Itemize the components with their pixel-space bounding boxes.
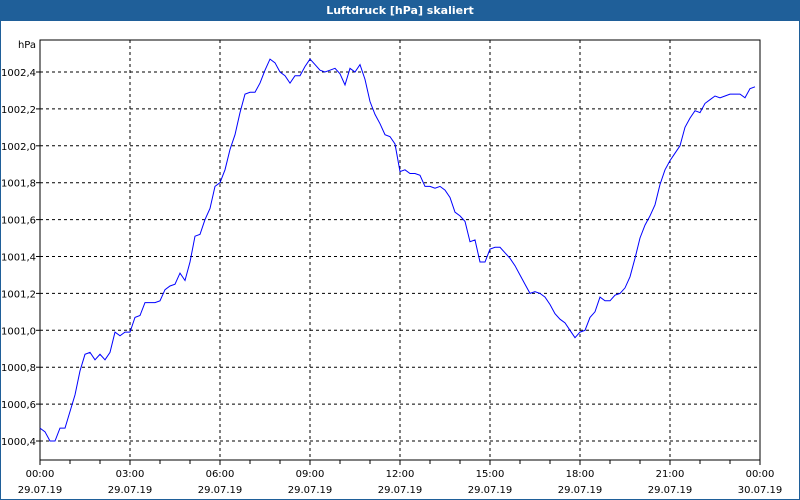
y-tick-label: 1001,6 <box>1 216 36 227</box>
x-tick-date: 29.07.19 <box>468 485 513 496</box>
x-tick-date: 29.07.19 <box>288 485 333 496</box>
y-axis-unit: hPa <box>18 40 36 51</box>
x-tick-time: 15:00 <box>476 469 505 480</box>
x-tick-date: 29.07.19 <box>198 485 243 496</box>
x-tick-time: 06:00 <box>206 469 235 480</box>
x-tick-time: 21:00 <box>656 469 685 480</box>
x-tick-date: 29.07.19 <box>378 485 423 496</box>
y-tick-label: 1001,4 <box>1 253 36 264</box>
x-tick-date: 29.07.19 <box>648 485 693 496</box>
x-tick-date: 30.07.19 <box>738 485 783 496</box>
x-tick-date: 29.07.19 <box>558 485 603 496</box>
x-tick-time: 12:00 <box>386 469 415 480</box>
y-tick-label: 1001,0 <box>1 326 36 337</box>
x-tick-date: 29.07.19 <box>108 485 153 496</box>
y-tick-label: 1001,2 <box>1 289 36 300</box>
y-tick-label: 1000,6 <box>1 400 36 411</box>
y-tick-label: 1000,4 <box>1 437 36 448</box>
x-tick-time: 00:00 <box>26 469 55 480</box>
x-tick-date: 29.07.19 <box>18 485 63 496</box>
x-tick-time: 00:00 <box>746 469 775 480</box>
pressure-chart: 1000,4 1000,6 1000,8 1001,0 1001,2 1001,4 1001… <box>1 39 783 496</box>
x-tick-time: 09:00 <box>296 469 325 480</box>
y-tick-label: 1002,4 <box>1 68 36 79</box>
y-tick-label: 1001,8 <box>1 179 36 190</box>
x-tick-time: 18:00 <box>566 469 595 480</box>
x-tick-time: 03:00 <box>116 469 145 480</box>
y-tick-label: 1000,8 <box>1 363 36 374</box>
y-tick-label: 1002,2 <box>1 105 36 116</box>
pressure-line <box>39 58 756 442</box>
y-tick-label: 1002,0 <box>1 142 36 153</box>
